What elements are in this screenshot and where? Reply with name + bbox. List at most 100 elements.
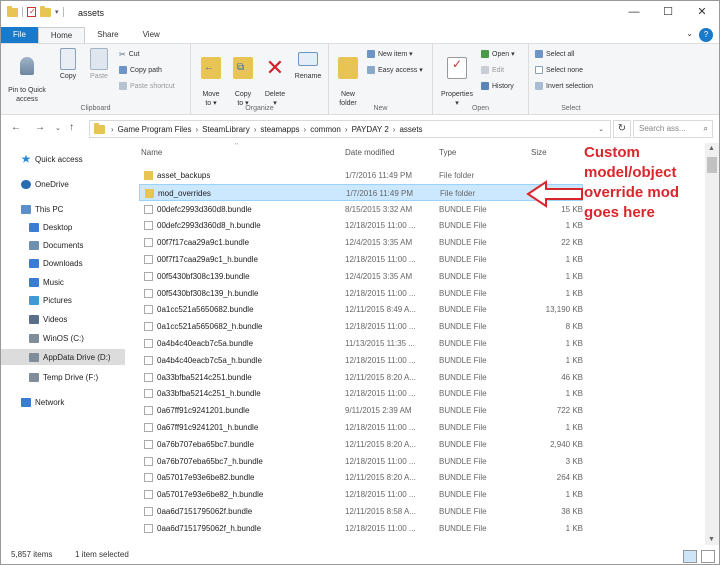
table-row[interactable]: 0a4b4c40eacb7c5a_h.bundle 12/18/2015 11:0… — [139, 352, 583, 369]
copy-to-button[interactable]: ⧉ Copy to ▾ — [229, 48, 257, 108]
column-header-size[interactable]: Size — [531, 148, 547, 157]
new-item-button[interactable]: New item ▾ — [367, 50, 413, 58]
table-row[interactable]: 0a67ff91c9241201.bundle 9/11/2015 2:39 AM… — [139, 402, 583, 419]
qat-dropdown-chevron-icon[interactable]: ▾ — [55, 8, 59, 16]
nav-item-this-pc[interactable]: This PC — [1, 201, 125, 217]
table-row[interactable]: 0a57017e93e6be82_h.bundle 12/18/2015 11:0… — [139, 486, 583, 503]
table-row[interactable]: 0a33bfba5214c251_h.bundle 12/18/2015 11:0… — [139, 385, 583, 402]
scroll-down-arrow-icon[interactable]: ▼ — [708, 536, 715, 543]
refresh-icon[interactable]: ↻ — [613, 120, 631, 138]
nav-item-quick-access[interactable]: Quick access — [1, 151, 125, 167]
column-header-date[interactable]: Date modified — [345, 148, 394, 157]
pin-to-quick-access-button[interactable]: Pin to Quick access — [5, 48, 49, 104]
table-row[interactable]: 0a57017e93e6be82.bundle 12/11/2015 8:20 A… — [139, 469, 583, 486]
table-row[interactable]: asset_backups 1/7/2016 11:49 PM File folde… — [139, 167, 583, 184]
table-row[interactable]: 0a1cc521a5650682_h.bundle 12/18/2015 11:0… — [139, 318, 583, 335]
tab-view[interactable]: View — [131, 27, 172, 43]
select-none-button[interactable]: Select none — [535, 66, 583, 74]
properties-check-icon[interactable]: ✓ — [27, 7, 36, 17]
nav-item-onedrive[interactable]: OneDrive — [1, 176, 125, 192]
file-icon — [144, 355, 153, 365]
nav-item-appdata-drive-d[interactable]: AppData Drive (D:) — [1, 349, 125, 365]
table-row[interactable]: 0a76b707eba65bc7.bundle 12/11/2015 8:20 A… — [139, 436, 583, 453]
nav-item-documents[interactable]: Documents — [1, 237, 125, 253]
table-row[interactable]: 00defc2993d360d8.bundle 8/15/2015 3:32 AM… — [139, 201, 583, 218]
tab-share[interactable]: Share — [85, 27, 130, 43]
open-button[interactable]: Open ▾ — [481, 50, 515, 58]
column-header-type[interactable]: Type — [439, 148, 456, 157]
table-row[interactable]: 00defc2993d360d8_h.bundle 12/18/2015 11:0… — [139, 217, 583, 234]
file-name: mod_overrides — [158, 188, 211, 198]
tab-home[interactable]: Home — [37, 27, 86, 43]
breadcrumb-item[interactable]: PAYDAY 2 — [352, 125, 389, 134]
table-row[interactable]: 00f7f17caa29a9c1_h.bundle 12/18/2015 11:0… — [139, 251, 583, 268]
table-row[interactable]: 0a33bfba5214c251.bundle 12/11/2015 8:20 A… — [139, 369, 583, 386]
easy-access-button[interactable]: Easy access ▾ — [367, 66, 423, 74]
table-row[interactable]: 0a76b707eba65bc7_h.bundle 12/18/2015 11:0… — [139, 453, 583, 470]
table-row[interactable]: 00f7f17caa29a9c1.bundle 12/4/2015 3:35 AM… — [139, 234, 583, 251]
download-icon — [29, 258, 39, 268]
recent-locations-chevron-icon[interactable]: ⌄ — [55, 124, 61, 132]
scrollbar-thumb[interactable] — [707, 157, 717, 173]
help-button[interactable]: ? — [699, 28, 713, 42]
cut-button[interactable]: ✂ Cut — [119, 50, 140, 59]
nav-item-videos[interactable]: Videos — [1, 311, 125, 327]
up-arrow-icon[interactable]: ↑ — [69, 122, 74, 133]
details-view-icon[interactable] — [683, 550, 697, 563]
delete-button[interactable]: ✕ Delete ▾ — [261, 48, 289, 108]
nav-item-winos-c[interactable]: WinOS (C:) — [1, 330, 125, 346]
table-row[interactable]: 00f5430bf308c139_h.bundle 12/18/2015 11:0… — [139, 285, 583, 302]
forward-arrow-icon[interactable]: → — [35, 122, 45, 133]
tab-file[interactable]: File — [1, 27, 38, 43]
address-dropdown-chevron-icon[interactable]: ⌄ — [598, 125, 604, 133]
edit-button[interactable]: Edit — [481, 66, 504, 74]
file-icon — [144, 507, 153, 516]
properties-button[interactable]: ✓ Properties ▾ — [437, 48, 477, 108]
nav-item-temp-drive-f[interactable]: Temp Drive (F:) — [1, 369, 125, 385]
rename-button[interactable]: Rename — [291, 48, 325, 81]
file-icon — [144, 339, 153, 348]
maximize-button[interactable]: ☐ — [651, 1, 685, 23]
file-type: BUNDLE File — [439, 221, 487, 231]
paste-button[interactable]: Paste — [85, 48, 113, 81]
minimize-button[interactable]: — — [617, 1, 651, 23]
history-button[interactable]: History — [481, 82, 514, 90]
nav-item-desktop[interactable]: Desktop — [1, 219, 125, 235]
breadcrumb-item[interactable]: steamapps — [260, 125, 299, 134]
nav-item-network[interactable]: Network — [1, 394, 125, 410]
table-row[interactable]: 00f5430bf308c139.bundle 12/4/2015 3:35 AM… — [139, 268, 583, 285]
nav-item-music[interactable]: Music — [1, 274, 125, 290]
table-row[interactable]: 0a4b4c40eacb7c5a.bundle 11/13/2015 11:35 … — [139, 335, 583, 352]
move-to-button[interactable]: ← Move to ▾ — [197, 48, 225, 108]
table-row[interactable]: mod_overrides 1/7/2016 11:49 PM File folde… — [139, 183, 583, 201]
item-count: 5,857 items — [11, 550, 53, 559]
copy-path-button[interactable]: Copy path — [119, 66, 162, 74]
search-input[interactable]: Search ass... ⌕ — [633, 120, 713, 138]
column-header-name[interactable]: Name — [141, 148, 162, 157]
paste-shortcut-button[interactable]: Paste shortcut — [119, 82, 175, 90]
new-folder-icon[interactable] — [40, 5, 51, 17]
copy-button[interactable]: Copy — [55, 48, 81, 81]
quick-access-toolbar: ✓ ▾ — [7, 5, 64, 17]
invert-selection-button[interactable]: Invert selection — [535, 82, 593, 90]
collapse-ribbon-chevron-icon[interactable]: ⌄ — [686, 29, 693, 38]
address-box[interactable]: › Game Program Files › SteamLibrary › st… — [89, 120, 611, 138]
back-arrow-icon[interactable]: ← — [11, 122, 21, 133]
breadcrumb-item[interactable]: Game Program Files — [118, 125, 192, 134]
select-all-button[interactable]: Select all — [535, 50, 574, 58]
vertical-scrollbar[interactable]: ▲ ▼ — [705, 143, 719, 545]
nav-item-pictures[interactable]: Pictures — [1, 292, 125, 308]
large-icons-view-icon[interactable] — [701, 550, 715, 563]
table-row[interactable]: 0aa6d7151795062f.bundle 12/11/2015 8:58 A… — [139, 503, 583, 520]
file-name: 0a4b4c40eacb7c5a_h.bundle — [157, 355, 262, 365]
breadcrumb-item[interactable]: SteamLibrary — [202, 125, 250, 134]
new-folder-button[interactable]: New folder — [333, 48, 363, 108]
table-row[interactable]: 0a1cc521a5650682.bundle 12/11/2015 8:49 A… — [139, 301, 583, 318]
nav-item-downloads[interactable]: Downloads — [1, 255, 125, 271]
table-row[interactable]: 0a67ff91c9241201_h.bundle 12/18/2015 11:0… — [139, 419, 583, 436]
close-button[interactable]: ✕ — [685, 1, 719, 23]
scroll-up-arrow-icon[interactable]: ▲ — [708, 145, 715, 152]
breadcrumb-item[interactable]: common — [310, 125, 341, 134]
table-row[interactable]: 0aa6d7151795062f_h.bundle 12/18/2015 11:0… — [139, 520, 583, 537]
breadcrumb-item[interactable]: assets — [399, 125, 422, 134]
